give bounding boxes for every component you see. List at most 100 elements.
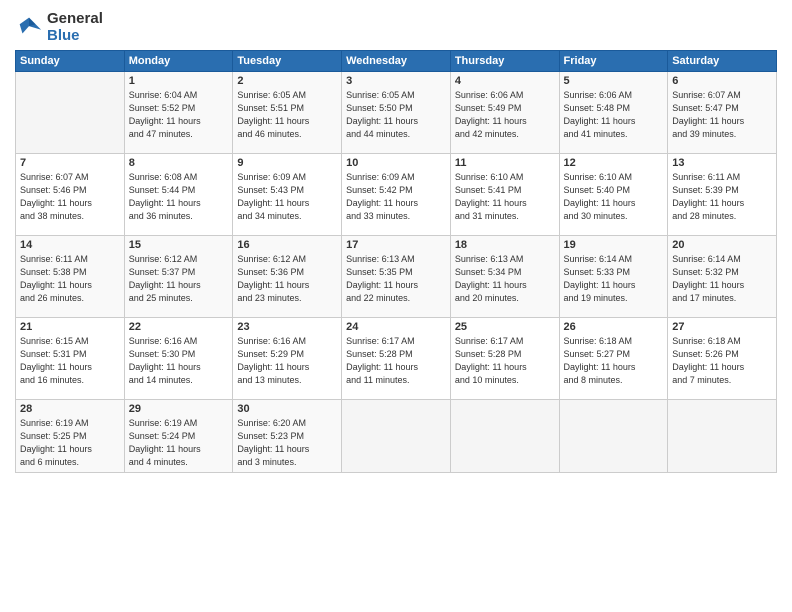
day-number: 15: [129, 239, 229, 251]
day-number: 18: [455, 239, 555, 251]
day-info: Sunrise: 6:12 AM Sunset: 5:37 PM Dayligh…: [129, 253, 229, 305]
day-info: Sunrise: 6:09 AM Sunset: 5:43 PM Dayligh…: [237, 171, 337, 223]
day-info: Sunrise: 6:05 AM Sunset: 5:50 PM Dayligh…: [346, 89, 446, 141]
calendar-cell: 2 Sunrise: 6:05 AM Sunset: 5:51 PM Daylig…: [233, 72, 342, 154]
calendar-cell: 6Sunrise: 6:07 AM Sunset: 5:47 PM Daylig…: [668, 72, 777, 154]
day-number: 20: [672, 239, 772, 251]
calendar-cell: 14 Sunrise: 6:11 AM Sunset: 5:38 PM Dayli…: [16, 236, 125, 318]
day-number: 10: [346, 157, 446, 169]
day-info: Sunrise: 6:14 AM Sunset: 5:32 PM Dayligh…: [672, 253, 772, 305]
calendar-cell: 12Sunrise: 6:10 AM Sunset: 5:40 PM Dayli…: [559, 154, 668, 236]
day-number: 6: [672, 75, 772, 87]
calendar-cell: 21 Sunrise: 6:15 AM Sunset: 5:31 PM Dayli…: [16, 318, 125, 400]
day-info: Sunrise: 6:13 AM Sunset: 5:35 PM Dayligh…: [346, 253, 446, 305]
day-info: Sunrise: 6:14 AM Sunset: 5:33 PM Dayligh…: [564, 253, 664, 305]
day-info: Sunrise: 6:15 AM Sunset: 5:31 PM Dayligh…: [20, 335, 120, 387]
day-info: Sunrise: 6:07 AM Sunset: 5:46 PM Dayligh…: [20, 171, 120, 223]
header: General Blue: [15, 10, 777, 44]
day-number: 4: [455, 75, 555, 87]
weekday-header-friday: Friday: [559, 51, 668, 72]
calendar-cell: 16 Sunrise: 6:12 AM Sunset: 5:36 PM Dayli…: [233, 236, 342, 318]
day-info: Sunrise: 6:16 AM Sunset: 5:29 PM Dayligh…: [237, 335, 337, 387]
calendar-cell: 7 Sunrise: 6:07 AM Sunset: 5:46 PM Daylig…: [16, 154, 125, 236]
day-info: Sunrise: 6:17 AM Sunset: 5:28 PM Dayligh…: [455, 335, 555, 387]
day-info: Sunrise: 6:06 AM Sunset: 5:49 PM Dayligh…: [455, 89, 555, 141]
day-info: Sunrise: 6:09 AM Sunset: 5:42 PM Dayligh…: [346, 171, 446, 223]
day-number: 13: [672, 157, 772, 169]
calendar-cell: 23 Sunrise: 6:16 AM Sunset: 5:29 PM Dayli…: [233, 318, 342, 400]
calendar-cell: 28Sunrise: 6:19 AM Sunset: 5:25 PM Dayli…: [16, 400, 125, 473]
calendar-cell: 25 Sunrise: 6:17 AM Sunset: 5:28 PM Dayli…: [450, 318, 559, 400]
day-info: Sunrise: 6:18 AM Sunset: 5:26 PM Dayligh…: [672, 335, 772, 387]
week-row-1: 1 Sunrise: 6:04 AM Sunset: 5:52 PM Daylig…: [16, 72, 777, 154]
calendar-cell: 29 Sunrise: 6:19 AM Sunset: 5:24 PM Dayli…: [124, 400, 233, 473]
day-info: Sunrise: 6:11 AM Sunset: 5:39 PM Dayligh…: [672, 171, 772, 223]
calendar-cell: [450, 400, 559, 473]
calendar-cell: 20 Sunrise: 6:14 AM Sunset: 5:32 PM Dayli…: [668, 236, 777, 318]
day-number: 9: [237, 157, 337, 169]
weekday-header-saturday: Saturday: [668, 51, 777, 72]
week-row-5: 28Sunrise: 6:19 AM Sunset: 5:25 PM Dayli…: [16, 400, 777, 473]
logo-text: General Blue: [47, 10, 103, 44]
day-info: Sunrise: 6:10 AM Sunset: 5:41 PM Dayligh…: [455, 171, 555, 223]
logo-bird-icon: [15, 13, 43, 41]
weekday-header-row: SundayMondayTuesdayWednesdayThursdayFrid…: [16, 51, 777, 72]
day-number: 11: [455, 157, 555, 169]
day-number: 7: [20, 157, 120, 169]
page: General Blue SundayMondayTuesdayWednesda…: [0, 0, 792, 612]
weekday-header-tuesday: Tuesday: [233, 51, 342, 72]
day-info: Sunrise: 6:05 AM Sunset: 5:51 PM Dayligh…: [237, 89, 337, 141]
day-info: Sunrise: 6:19 AM Sunset: 5:24 PM Dayligh…: [129, 417, 229, 469]
day-info: Sunrise: 6:06 AM Sunset: 5:48 PM Dayligh…: [564, 89, 664, 141]
day-number: 19: [564, 239, 664, 251]
week-row-4: 21 Sunrise: 6:15 AM Sunset: 5:31 PM Dayli…: [16, 318, 777, 400]
day-number: 21: [20, 321, 120, 333]
calendar-cell: 11 Sunrise: 6:10 AM Sunset: 5:41 PM Dayli…: [450, 154, 559, 236]
calendar-cell: [668, 400, 777, 473]
day-info: Sunrise: 6:16 AM Sunset: 5:30 PM Dayligh…: [129, 335, 229, 387]
calendar-cell: [342, 400, 451, 473]
day-number: 24: [346, 321, 446, 333]
day-info: Sunrise: 6:11 AM Sunset: 5:38 PM Dayligh…: [20, 253, 120, 305]
calendar-cell: 4 Sunrise: 6:06 AM Sunset: 5:49 PM Daylig…: [450, 72, 559, 154]
day-number: 14: [20, 239, 120, 251]
day-info: Sunrise: 6:20 AM Sunset: 5:23 PM Dayligh…: [237, 417, 337, 469]
day-number: 17: [346, 239, 446, 251]
calendar-cell: 17 Sunrise: 6:13 AM Sunset: 5:35 PM Dayli…: [342, 236, 451, 318]
calendar-cell: 27Sunrise: 6:18 AM Sunset: 5:26 PM Dayli…: [668, 318, 777, 400]
day-number: 22: [129, 321, 229, 333]
calendar-cell: [559, 400, 668, 473]
calendar-cell: 18 Sunrise: 6:13 AM Sunset: 5:34 PM Dayli…: [450, 236, 559, 318]
day-info: Sunrise: 6:12 AM Sunset: 5:36 PM Dayligh…: [237, 253, 337, 305]
day-number: 8: [129, 157, 229, 169]
calendar-cell: 9 Sunrise: 6:09 AM Sunset: 5:43 PM Daylig…: [233, 154, 342, 236]
calendar-cell: 15 Sunrise: 6:12 AM Sunset: 5:37 PM Dayli…: [124, 236, 233, 318]
week-row-2: 7 Sunrise: 6:07 AM Sunset: 5:46 PM Daylig…: [16, 154, 777, 236]
day-number: 23: [237, 321, 337, 333]
day-number: 3: [346, 75, 446, 87]
day-number: 5: [564, 75, 664, 87]
day-info: Sunrise: 6:04 AM Sunset: 5:52 PM Dayligh…: [129, 89, 229, 141]
weekday-header-wednesday: Wednesday: [342, 51, 451, 72]
calendar-cell: 8 Sunrise: 6:08 AM Sunset: 5:44 PM Daylig…: [124, 154, 233, 236]
calendar-cell: 1 Sunrise: 6:04 AM Sunset: 5:52 PM Daylig…: [124, 72, 233, 154]
day-info: Sunrise: 6:19 AM Sunset: 5:25 PM Dayligh…: [20, 417, 120, 469]
calendar-table: SundayMondayTuesdayWednesdayThursdayFrid…: [15, 50, 777, 473]
calendar-cell: 24Sunrise: 6:17 AM Sunset: 5:28 PM Dayli…: [342, 318, 451, 400]
day-number: 29: [129, 403, 229, 415]
calendar-cell: 13 Sunrise: 6:11 AM Sunset: 5:39 PM Dayli…: [668, 154, 777, 236]
day-number: 1: [129, 75, 229, 87]
day-number: 25: [455, 321, 555, 333]
calendar-cell: 19 Sunrise: 6:14 AM Sunset: 5:33 PM Dayli…: [559, 236, 668, 318]
day-number: 30: [237, 403, 337, 415]
day-info: Sunrise: 6:18 AM Sunset: 5:27 PM Dayligh…: [564, 335, 664, 387]
day-number: 16: [237, 239, 337, 251]
weekday-header-monday: Monday: [124, 51, 233, 72]
day-info: Sunrise: 6:13 AM Sunset: 5:34 PM Dayligh…: [455, 253, 555, 305]
calendar-cell: 3 Sunrise: 6:05 AM Sunset: 5:50 PM Daylig…: [342, 72, 451, 154]
day-info: Sunrise: 6:10 AM Sunset: 5:40 PM Dayligh…: [564, 171, 664, 223]
calendar-cell: 10 Sunrise: 6:09 AM Sunset: 5:42 PM Dayli…: [342, 154, 451, 236]
day-info: Sunrise: 6:08 AM Sunset: 5:44 PM Dayligh…: [129, 171, 229, 223]
day-number: 26: [564, 321, 664, 333]
day-number: 2: [237, 75, 337, 87]
